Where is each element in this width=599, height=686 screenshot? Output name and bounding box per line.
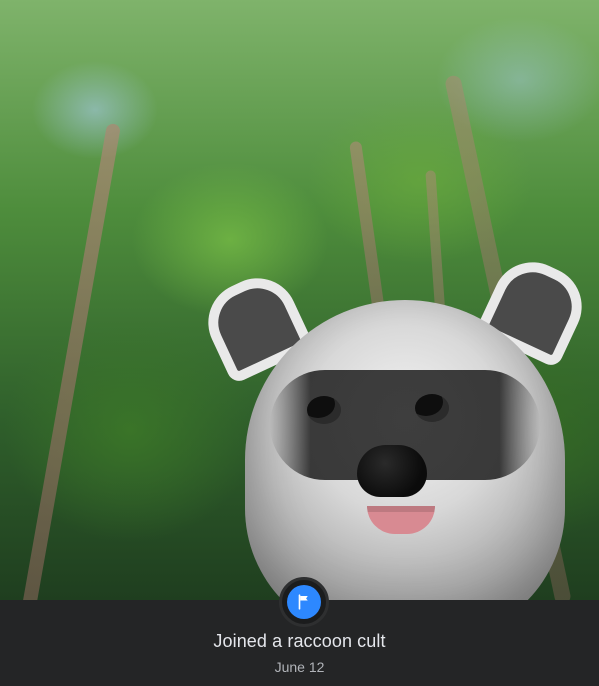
tree-trunk [16, 122, 122, 600]
raccoon-head [245, 300, 565, 600]
flag-icon [287, 585, 321, 619]
life-event-card: Joined a raccoon cult June 12 [0, 0, 599, 686]
raccoon-tongue [367, 506, 435, 534]
life-event-date: June 12 [274, 659, 325, 675]
raccoon-nose [357, 445, 427, 497]
raccoon [195, 249, 595, 600]
life-event-title: Joined a raccoon cult [213, 631, 386, 651]
life-event-badge [279, 577, 329, 627]
raccoon-eye-right [415, 394, 449, 422]
raccoon-eye-left [307, 396, 341, 424]
life-event-photo[interactable] [0, 0, 599, 600]
